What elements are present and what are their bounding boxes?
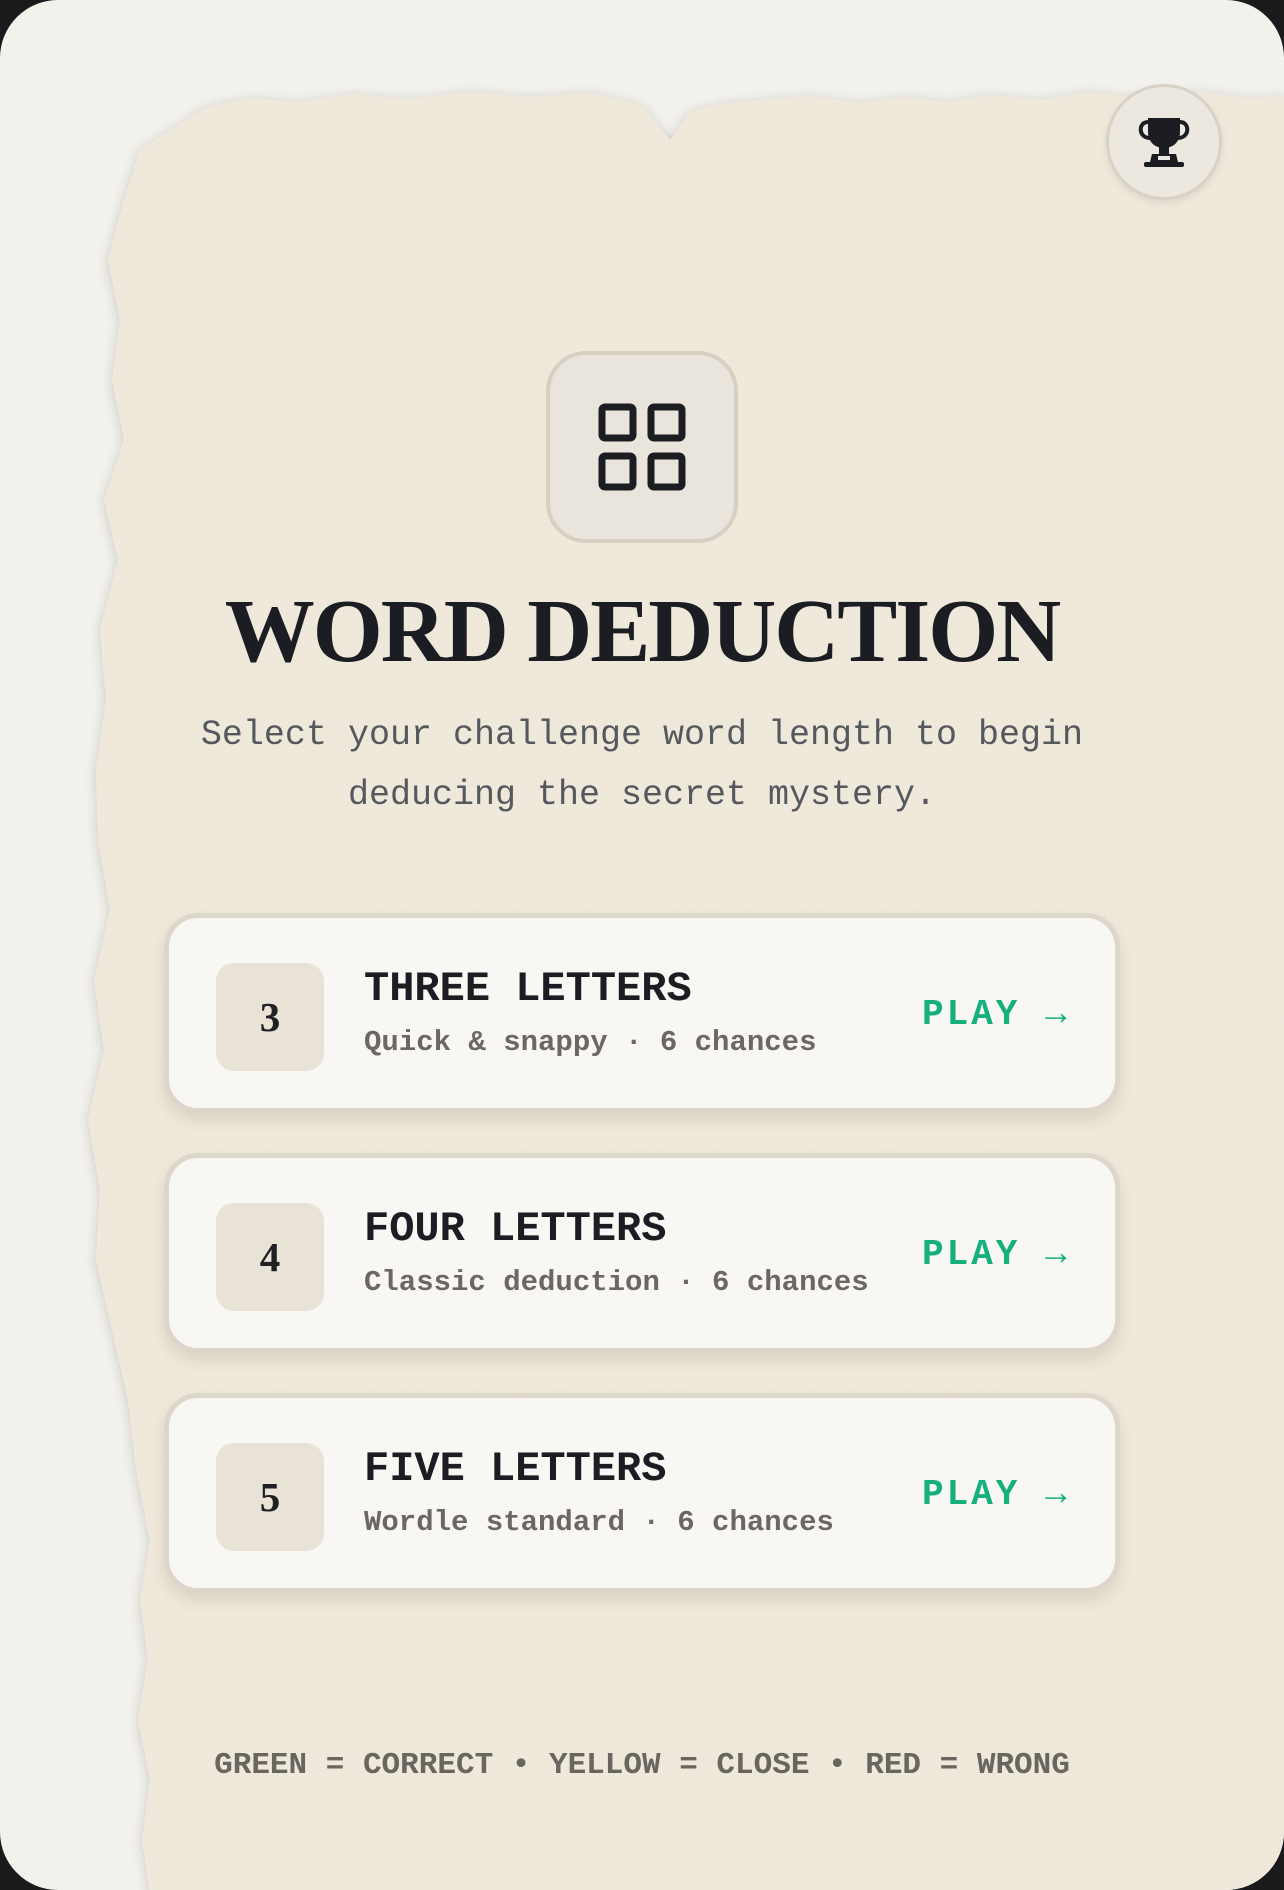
level-description: Wordle standard · 6 chances [364,1506,834,1539]
level-card-three-letters[interactable]: 3 THREE LETTERS Quick & snappy · 6 chanc… [164,913,1120,1113]
level-name: FIVE LETTERS [364,1445,667,1493]
play-button[interactable]: PLAY → [922,993,1070,1037]
subtitle-line: Select your challenge word length to beg… [200,715,1084,755]
play-button[interactable]: PLAY → [922,1233,1070,1277]
level-description: Classic deduction · 6 chances [364,1266,869,1299]
page-title: WORD DEDUCTION [224,582,1062,681]
leaderboard-button[interactable] [1106,84,1222,200]
page-subtitle: Select your challenge word length to beg… [142,705,1142,825]
level-name: THREE LETTERS [364,965,692,1013]
level-card-four-letters[interactable]: 4 FOUR LETTERS Classic deduction · 6 cha… [164,1153,1120,1353]
length-badge: 4 [216,1203,324,1311]
subtitle-line: deducing the secret mystery. [347,775,937,815]
level-name: FOUR LETTERS [364,1205,667,1253]
grid-icon [598,403,686,491]
level-card-five-letters[interactable]: 5 FIVE LETTERS Wordle standard · 6 chanc… [164,1393,1120,1593]
color-legend: GREEN = CORRECT • YELLOW = CLOSE • RED =… [214,1748,1070,1783]
trophy-icon [1138,118,1190,167]
length-badge: 3 [216,963,324,1071]
length-badge: 5 [216,1443,324,1551]
app-screen: WORD DEDUCTION Select your challenge wor… [0,0,1284,1890]
play-button[interactable]: PLAY → [922,1473,1070,1517]
level-description: Quick & snappy · 6 chances [364,1026,817,1059]
app-logo [546,351,738,543]
